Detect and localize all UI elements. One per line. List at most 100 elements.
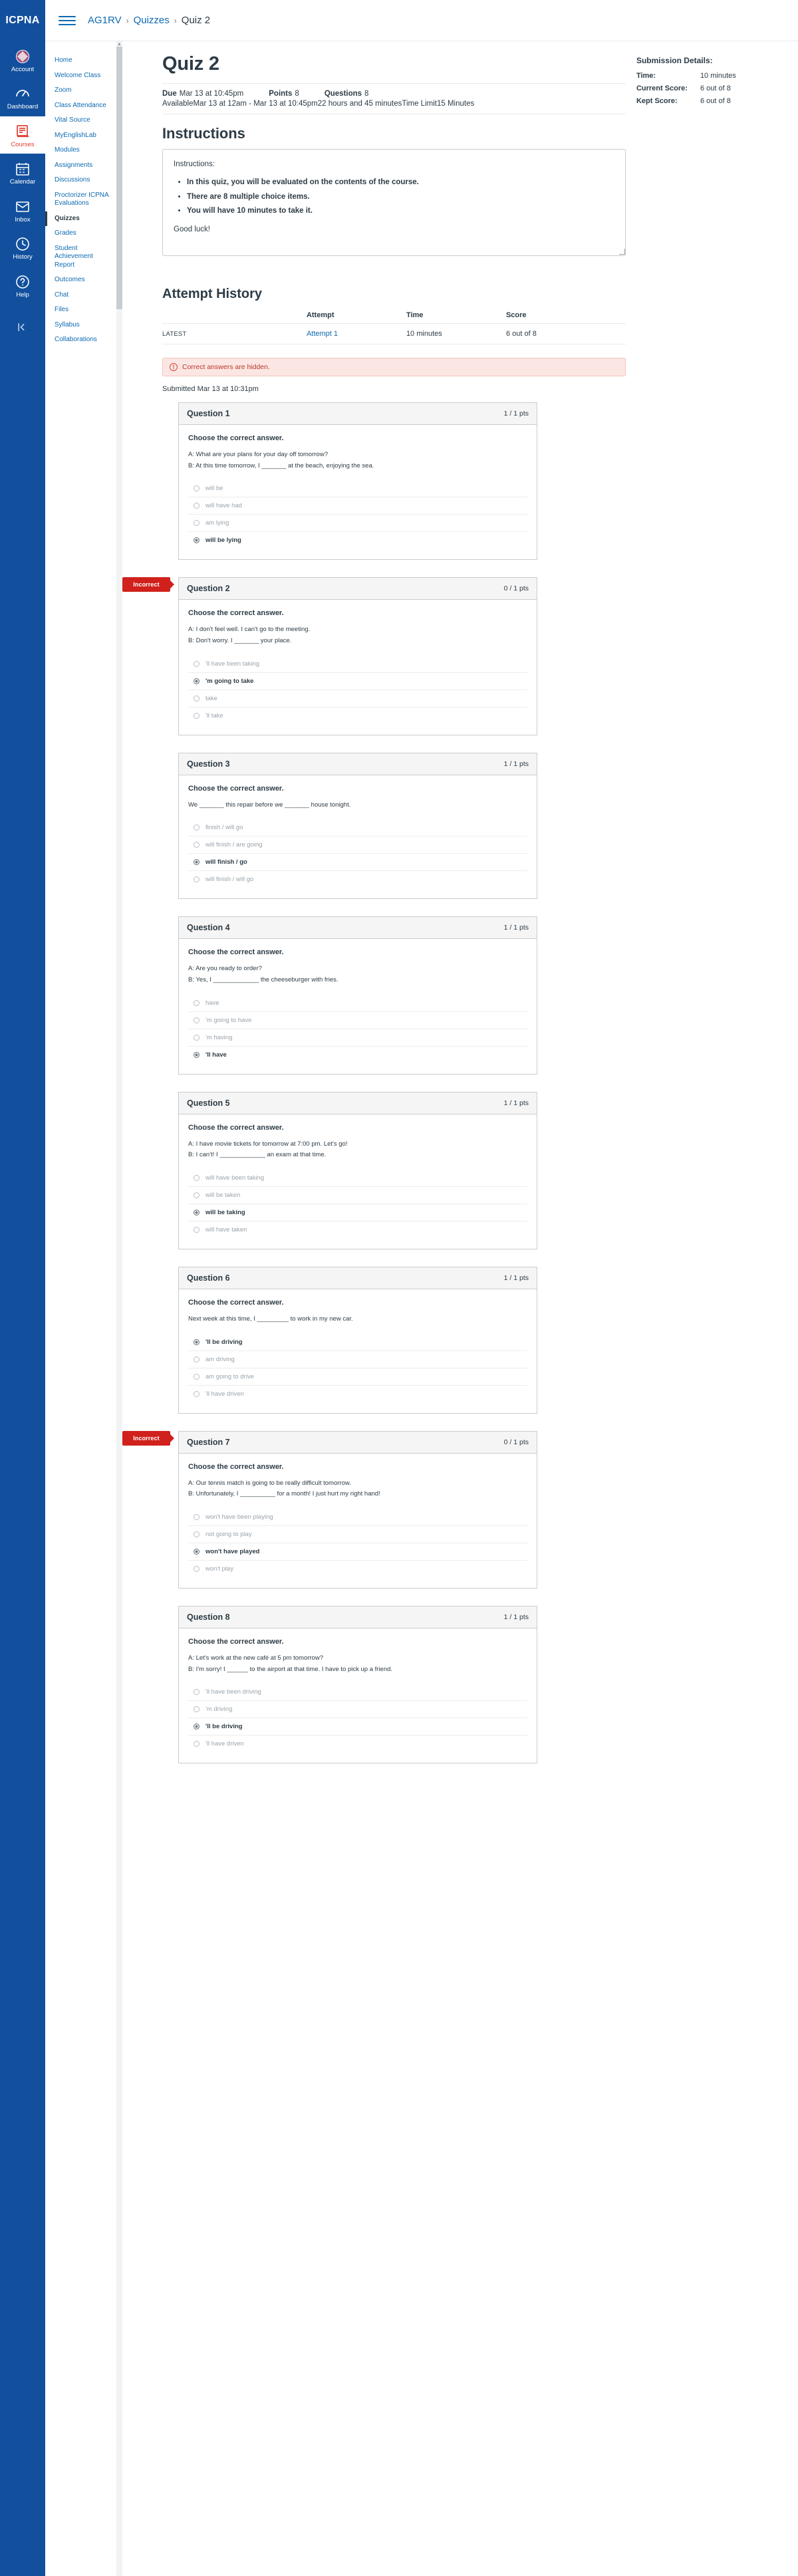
- answer-option[interactable]: 'm having: [188, 1029, 527, 1047]
- radio-icon[interactable]: [194, 859, 200, 866]
- answer-option[interactable]: finish / will go: [188, 819, 527, 837]
- answer-option[interactable]: will have taken: [188, 1222, 527, 1238]
- radio-icon[interactable]: [194, 1549, 200, 1555]
- answer-option[interactable]: won't have been playing: [188, 1509, 527, 1527]
- course-nav-item-welcome-class[interactable]: Welcome Class: [45, 68, 116, 84]
- radio-icon[interactable]: [194, 1373, 200, 1380]
- course-nav-item-proctorizer-icpna-evaluations[interactable]: Proctorizer ICPNA Evaluations: [45, 188, 116, 211]
- radio-icon[interactable]: [194, 1227, 200, 1233]
- radio-icon[interactable]: [194, 520, 200, 527]
- collapse-arrow-icon[interactable]: [0, 316, 45, 338]
- radio-icon[interactable]: [194, 1192, 200, 1199]
- radio-icon[interactable]: [194, 537, 200, 544]
- answer-option[interactable]: take: [188, 690, 527, 708]
- course-nav-item-outcomes[interactable]: Outcomes: [45, 273, 116, 288]
- global-nav-item-history[interactable]: History: [0, 229, 45, 266]
- answer-option[interactable]: will finish / will go: [188, 871, 527, 888]
- radio-icon[interactable]: [194, 485, 200, 492]
- answer-option[interactable]: have: [188, 995, 527, 1012]
- answer-option-selected[interactable]: will be taking: [188, 1204, 527, 1222]
- answer-option-selected[interactable]: will finish / go: [188, 854, 527, 872]
- radio-icon[interactable]: [194, 712, 200, 719]
- answer-option[interactable]: 'll take: [188, 708, 527, 724]
- attempt-link[interactable]: Attempt 1: [307, 330, 338, 338]
- radio-icon[interactable]: [194, 1514, 200, 1521]
- radio-icon[interactable]: [194, 876, 200, 883]
- radio-icon[interactable]: [194, 1034, 200, 1041]
- course-nav-item-discussions[interactable]: Discussions: [45, 173, 116, 188]
- radio-icon[interactable]: [194, 1741, 200, 1747]
- course-nav-item-vital-source[interactable]: Vital Source: [45, 113, 116, 128]
- radio-icon[interactable]: [194, 1175, 200, 1182]
- answer-option-selected[interactable]: 'm going to take: [188, 673, 527, 690]
- course-nav-item-class-attendance[interactable]: Class Attendance: [45, 98, 116, 114]
- global-nav-item-calendar[interactable]: Calendar: [0, 154, 45, 191]
- answer-option[interactable]: will have had: [188, 497, 527, 515]
- answer-option-selected[interactable]: 'll have: [188, 1047, 527, 1063]
- course-nav-item-syllabus[interactable]: Syllabus: [45, 318, 116, 333]
- course-nav-item-zoom[interactable]: Zoom: [45, 83, 116, 98]
- radio-icon[interactable]: [194, 825, 200, 831]
- answer-option-selected[interactable]: 'll be driving: [188, 1718, 527, 1736]
- radio-icon[interactable]: [194, 1566, 200, 1573]
- answer-option[interactable]: am going to drive: [188, 1368, 527, 1386]
- answer-option[interactable]: not going to play: [188, 1526, 527, 1544]
- quiz-available-value: Mar 13 at 12am - Mar 13 at 10:45pm: [193, 100, 318, 108]
- answer-option[interactable]: am driving: [188, 1351, 527, 1368]
- breadcrumb-course[interactable]: AG1RV: [88, 15, 122, 26]
- answer-option[interactable]: will be taken: [188, 1187, 527, 1205]
- answer-option[interactable]: will have been taking: [188, 1170, 527, 1188]
- question-points: 1 / 1 pts: [503, 924, 529, 932]
- course-nav-item-home[interactable]: Home: [45, 53, 116, 68]
- radio-icon[interactable]: [194, 503, 200, 509]
- radio-icon[interactable]: [194, 1531, 200, 1538]
- course-nav-item-modules[interactable]: Modules: [45, 143, 116, 158]
- answer-option-selected[interactable]: won't have played: [188, 1543, 527, 1561]
- radio-icon[interactable]: [194, 1706, 200, 1713]
- course-nav-item-quizzes[interactable]: Quizzes: [45, 211, 116, 226]
- global-nav-item-inbox[interactable]: Inbox: [0, 192, 45, 229]
- answer-option[interactable]: 'm going to have: [188, 1012, 527, 1029]
- answer-option[interactable]: 'm driving: [188, 1701, 527, 1719]
- course-nav-item-assignments[interactable]: Assignments: [45, 158, 116, 174]
- radio-icon[interactable]: [194, 999, 200, 1006]
- course-nav-item-grades[interactable]: Grades: [45, 226, 116, 241]
- radio-icon[interactable]: [194, 1210, 200, 1216]
- radio-icon[interactable]: [194, 1017, 200, 1023]
- course-nav-item-myenglishlab[interactable]: MyEnglishLab: [45, 128, 116, 144]
- answer-option-selected[interactable]: 'll be driving: [188, 1334, 527, 1351]
- radio-icon[interactable]: [194, 660, 200, 667]
- scrollbar-thumb[interactable]: [116, 47, 122, 309]
- global-nav-item-help[interactable]: Help: [0, 267, 45, 304]
- course-nav-item-files[interactable]: Files: [45, 303, 116, 318]
- hamburger-menu-icon[interactable]: [59, 13, 76, 28]
- answer-option[interactable]: am lying: [188, 515, 527, 533]
- radio-icon[interactable]: [194, 1356, 200, 1362]
- answer-option[interactable]: won't play: [188, 1561, 527, 1577]
- answer-option[interactable]: will be: [188, 480, 527, 498]
- global-nav-item-courses[interactable]: Courses: [0, 116, 45, 154]
- radio-icon[interactable]: [194, 1051, 200, 1058]
- question-body-card: Question 5 1 / 1 pts Choose the correct an…: [178, 1091, 537, 1250]
- radio-icon[interactable]: [194, 1689, 200, 1696]
- course-nav-scrollbar[interactable]: ▲: [116, 41, 122, 2576]
- radio-icon[interactable]: [194, 695, 200, 702]
- course-nav-item-student-achievement-report[interactable]: Student Achievement Report: [45, 241, 116, 273]
- radio-icon[interactable]: [194, 1724, 200, 1730]
- global-nav-item-dashboard[interactable]: Dashboard: [0, 78, 45, 116]
- course-nav-item-chat[interactable]: Chat: [45, 288, 116, 303]
- radio-icon[interactable]: [194, 678, 200, 684]
- answer-option-selected[interactable]: will be lying: [188, 532, 527, 549]
- radio-icon[interactable]: [194, 1390, 200, 1397]
- answer-option[interactable]: 'll have been taking: [188, 656, 527, 673]
- radio-icon[interactable]: [194, 842, 200, 848]
- column-header-time: Time: [406, 311, 424, 320]
- global-nav-item-account[interactable]: Account: [0, 41, 45, 78]
- breadcrumb-quizzes[interactable]: Quizzes: [134, 15, 170, 26]
- answer-option[interactable]: 'll have driven: [188, 1386, 527, 1402]
- radio-icon[interactable]: [194, 1339, 200, 1345]
- course-nav-item-collaborations[interactable]: Collaborations: [45, 332, 116, 348]
- answer-option[interactable]: 'll have been driving: [188, 1684, 527, 1702]
- answer-option[interactable]: will finish / are going: [188, 837, 527, 854]
- answer-option[interactable]: 'll have driven: [188, 1736, 527, 1752]
